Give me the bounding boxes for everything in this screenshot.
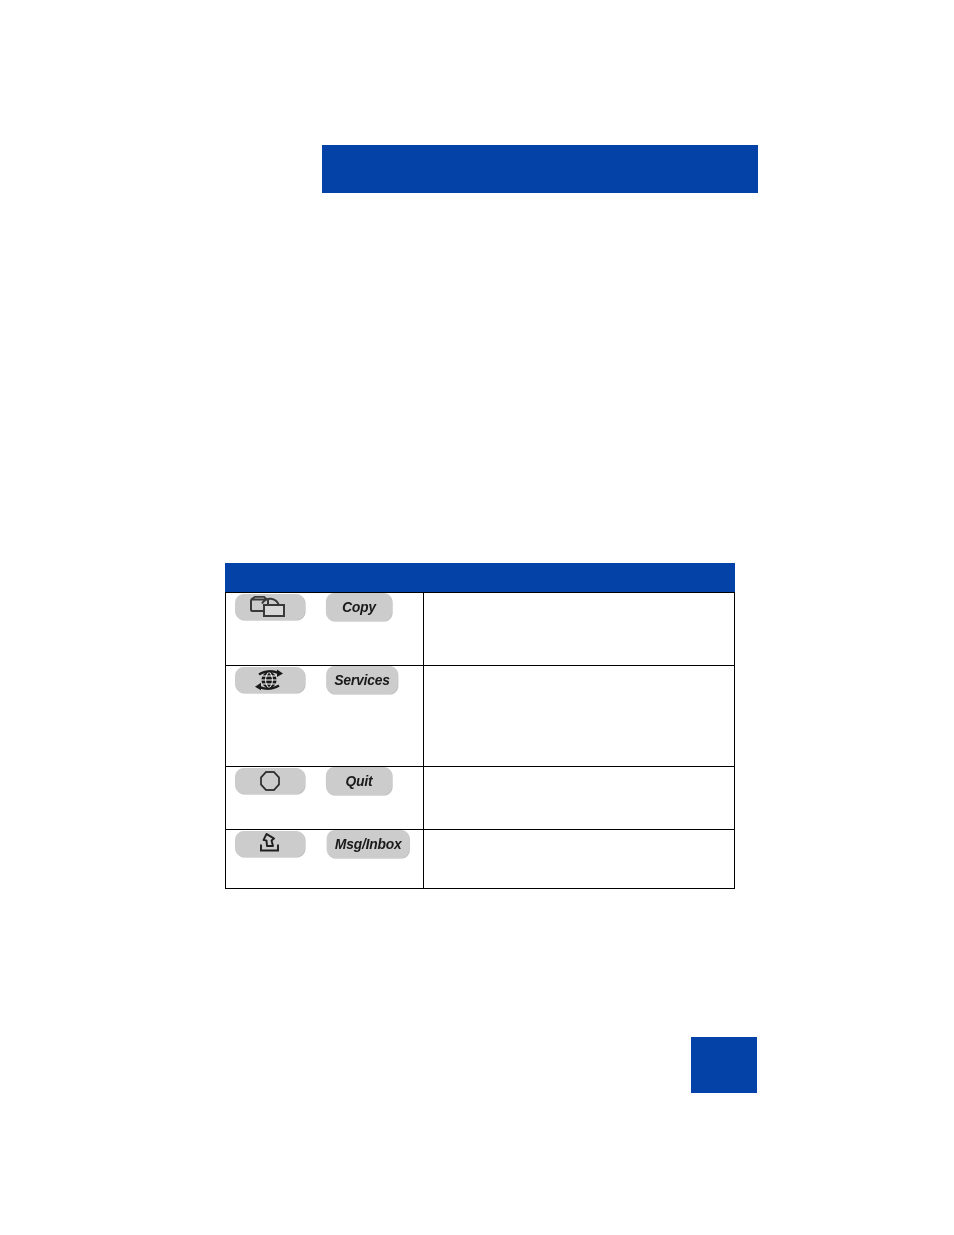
page-title-banner: [322, 145, 758, 193]
page-number-block: [691, 1037, 757, 1093]
description-cell: [423, 665, 735, 767]
document-page: Copy Services Quit Msg/Inbox: [0, 0, 954, 1235]
key-pair: Copy: [226, 593, 423, 621]
key-pair: Msg/Inbox: [226, 830, 423, 858]
globe-arrows-services-icon[interactable]: [235, 667, 305, 693]
key-cell: Quit: [225, 766, 424, 830]
key-pair: Services: [226, 666, 423, 694]
copy-keys-icon[interactable]: [235, 594, 305, 620]
services-key-button[interactable]: Services: [326, 666, 398, 694]
description-cell: [423, 766, 735, 830]
key-cell: Msg/Inbox: [225, 829, 424, 889]
description-cell: [423, 829, 735, 889]
feature-key-table: Copy Services Quit Msg/Inbox: [225, 563, 735, 889]
key-cell: Services: [225, 665, 424, 767]
message-inbox-tray-icon[interactable]: [235, 831, 305, 857]
table-row: Quit: [225, 766, 735, 830]
copy-key-button[interactable]: Copy: [325, 593, 393, 621]
description-cell: [423, 592, 735, 666]
table-header-description-column: [423, 563, 735, 593]
octagon-quit-icon[interactable]: [235, 768, 305, 794]
msg-inbox-key-button[interactable]: Msg/Inbox: [326, 830, 410, 858]
key-pair: Quit: [226, 767, 423, 795]
table-row: Services: [225, 665, 735, 767]
quit-key-button[interactable]: Quit: [325, 767, 393, 795]
table-header-key-column: [225, 563, 424, 593]
table-row: Copy: [225, 592, 735, 666]
key-cell: Copy: [225, 592, 424, 666]
table-header-row: [225, 563, 735, 593]
table-row: Msg/Inbox: [225, 829, 735, 889]
